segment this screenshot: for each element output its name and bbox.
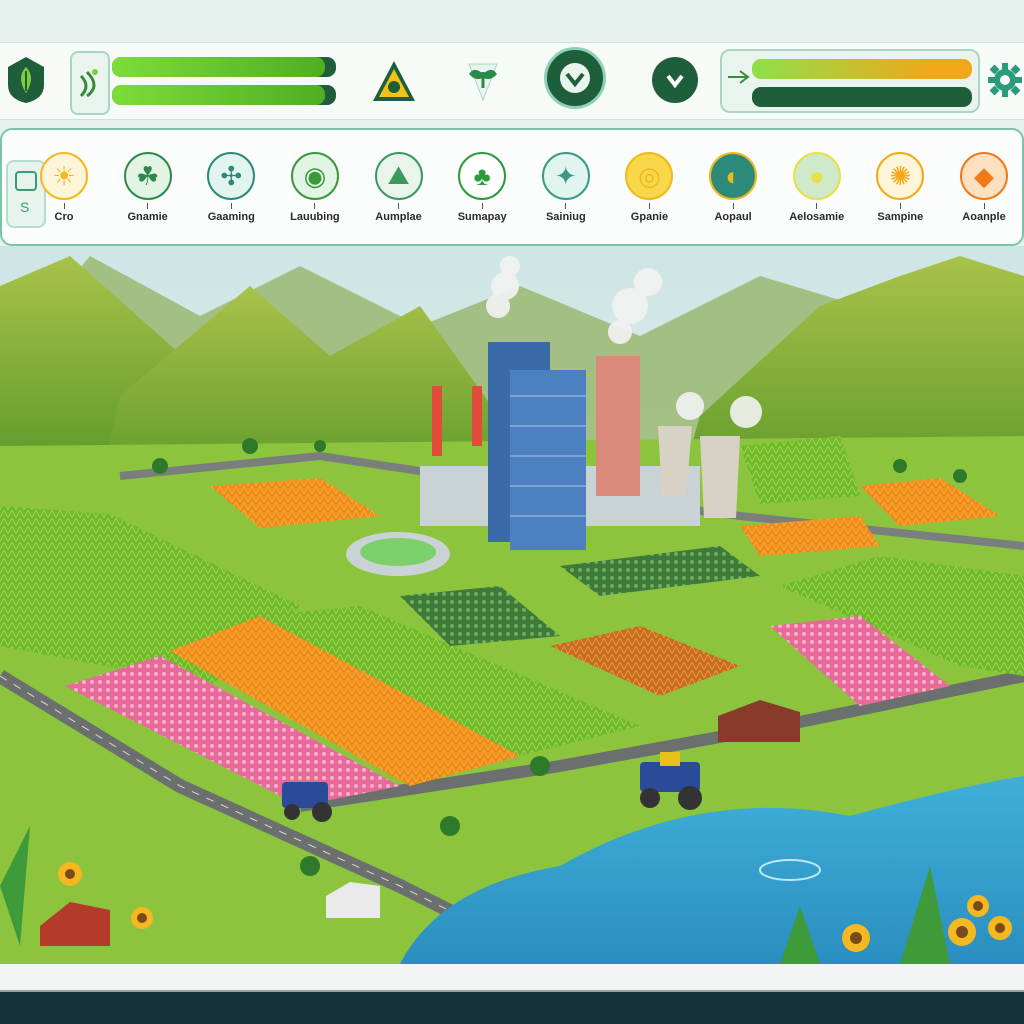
tool-turtle[interactable]: ◉ Lauubing bbox=[275, 152, 355, 232]
farm-scene-illustration bbox=[0, 246, 1024, 964]
tool-leaf-cluster[interactable]: ☘ Gnamie bbox=[108, 152, 188, 232]
clover-icon: ♣ bbox=[458, 152, 507, 200]
signal-icon bbox=[70, 51, 110, 115]
resource-meter-bottom bbox=[112, 85, 336, 105]
tool-landscape[interactable]: ⛰ Aumplae bbox=[359, 152, 439, 232]
tool-label: Sainiug bbox=[545, 211, 586, 223]
tool-divider bbox=[983, 203, 985, 209]
sprout-shield-icon[interactable] bbox=[460, 57, 506, 103]
tool-label: Lauubing bbox=[290, 211, 340, 223]
tool-label: Cro bbox=[54, 211, 74, 223]
tool-crystal[interactable]: ✦ Sainiug bbox=[526, 152, 606, 232]
tool-label: Aopaul bbox=[714, 211, 752, 223]
tool-label: Gnamie bbox=[127, 211, 168, 223]
tool-divider bbox=[565, 203, 567, 209]
tool-divider bbox=[63, 203, 65, 209]
chevron-down-icon[interactable] bbox=[652, 57, 698, 103]
tool-gold-coin[interactable]: ◎ Gpanie bbox=[609, 152, 689, 232]
tool-divider bbox=[899, 203, 901, 209]
tool-planet[interactable]: ◐ Aopaul bbox=[693, 152, 773, 232]
tool-sunflower[interactable]: ✺ Sampine bbox=[860, 152, 940, 232]
tool-divider bbox=[648, 203, 650, 209]
lemon-icon: ● bbox=[792, 152, 841, 200]
tool-label: Gaaming bbox=[207, 211, 255, 223]
bottom-frame bbox=[0, 964, 1024, 1024]
landscape-icon: ⛰ bbox=[374, 152, 423, 200]
compass-triangle-icon[interactable] bbox=[370, 57, 418, 105]
tool-divider bbox=[230, 203, 232, 209]
turtle-icon: ◉ bbox=[290, 152, 339, 200]
tool-divider bbox=[816, 203, 818, 209]
tool-label: Aelosamie bbox=[789, 211, 845, 223]
tool-clover[interactable]: ♣ Sumapay bbox=[442, 152, 522, 232]
farm-scene[interactable] bbox=[0, 246, 1024, 964]
energy-meter-top bbox=[752, 59, 972, 79]
leaf-cluster-icon: ☘ bbox=[123, 152, 172, 200]
tool-divider bbox=[732, 203, 734, 209]
tool-label: Sumapay bbox=[457, 211, 507, 223]
crystal-icon: ✦ bbox=[541, 152, 590, 200]
leaf-shield-icon[interactable] bbox=[6, 53, 46, 107]
confirm-chevron-button[interactable] bbox=[544, 47, 606, 109]
tool-divider bbox=[398, 203, 400, 209]
orange-drop-icon: ◆ bbox=[960, 152, 1008, 200]
tool-label: Sampine bbox=[877, 211, 924, 223]
tool-divider bbox=[481, 203, 483, 209]
gold-coin-icon: ◎ bbox=[625, 152, 674, 200]
top-status-bar bbox=[0, 42, 1024, 120]
tool-sun[interactable]: ☀ Cro bbox=[24, 152, 104, 232]
tool-windmill[interactable]: ✣ Gaaming bbox=[191, 152, 271, 232]
tool-label: Gpanie bbox=[630, 211, 669, 223]
spark-icon bbox=[726, 65, 750, 89]
sunflower-icon: ✺ bbox=[876, 152, 925, 200]
windmill-icon: ✣ bbox=[207, 152, 256, 200]
sun-icon: ☀ bbox=[40, 152, 88, 200]
resource-meter-top bbox=[112, 57, 336, 77]
tool-label: Aoanple bbox=[962, 211, 1006, 223]
tool-orange-drop[interactable]: ◆ Aoanple bbox=[944, 152, 1024, 232]
tool-divider bbox=[314, 203, 316, 209]
tool-lemon[interactable]: ● Aelosamie bbox=[777, 152, 857, 232]
energy-panel bbox=[720, 49, 980, 113]
gear-icon[interactable] bbox=[986, 61, 1024, 99]
planet-icon: ◐ bbox=[709, 152, 758, 200]
tool-label: Aumplae bbox=[375, 211, 422, 223]
tool-divider bbox=[147, 203, 149, 209]
build-toolbar: S ☀ Cro ☘ Gnamie ✣ Gaaming ◉ Lauubing ⛰ Aumplae ♣ S… bbox=[0, 128, 1024, 246]
energy-meter-bottom bbox=[752, 87, 972, 107]
